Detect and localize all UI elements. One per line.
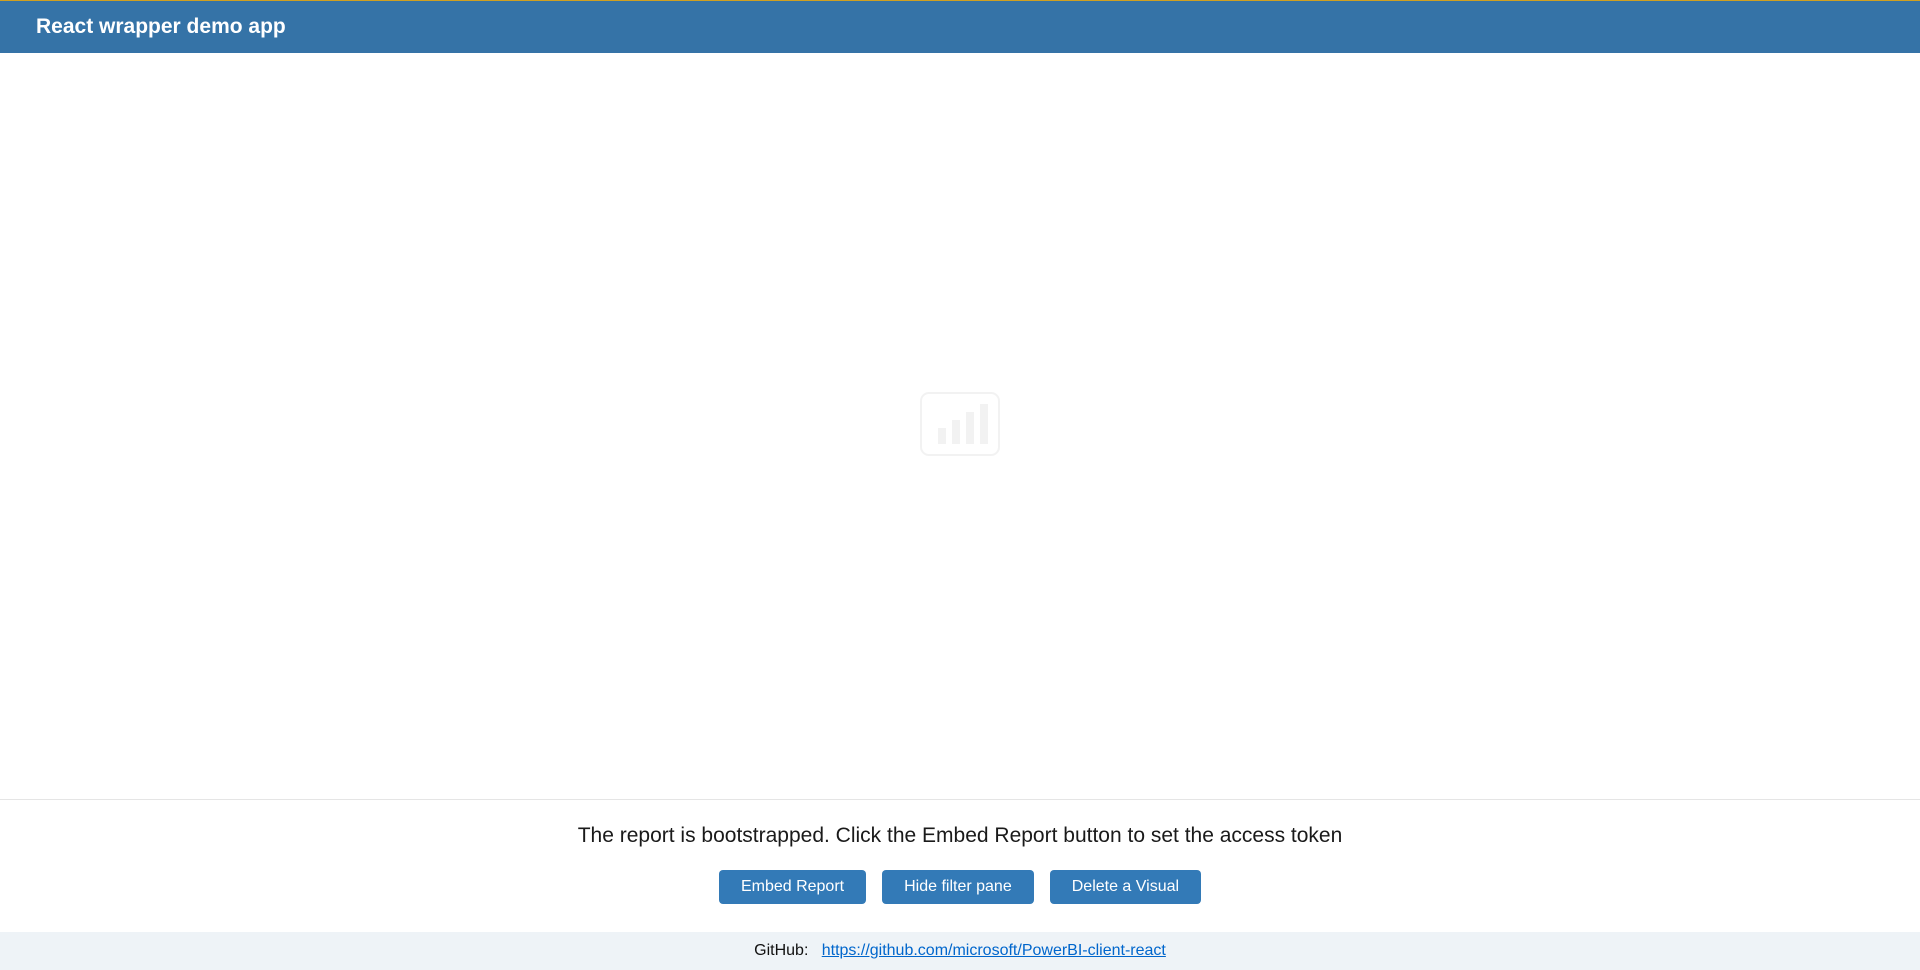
github-link[interactable]: https://github.com/microsoft/PowerBI-cli…: [822, 942, 1166, 959]
report-embed-area: [0, 53, 1920, 800]
controls-section: The report is bootstrapped. Click the Em…: [0, 800, 1920, 932]
embed-report-button[interactable]: Embed Report: [719, 870, 866, 904]
footer: GitHub: https://github.com/microsoft/Pow…: [0, 932, 1920, 970]
status-message: The report is bootstrapped. Click the Em…: [16, 824, 1904, 848]
powerbi-logo-icon: [920, 392, 1000, 461]
delete-visual-button[interactable]: Delete a Visual: [1050, 870, 1201, 904]
button-row: Embed Report Hide filter pane Delete a V…: [16, 870, 1904, 904]
footer-label: GitHub:: [754, 942, 808, 959]
hide-filter-pane-button[interactable]: Hide filter pane: [882, 870, 1034, 904]
app-title: React wrapper demo app: [36, 15, 286, 38]
app-header: React wrapper demo app: [0, 0, 1920, 53]
